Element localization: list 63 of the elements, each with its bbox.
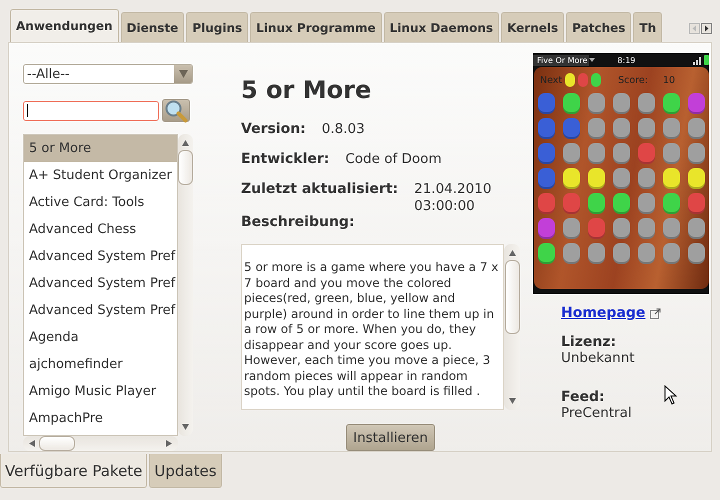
app-list-item[interactable]: A+ Student Organizer [24, 162, 177, 189]
scrollbar-thumb[interactable] [39, 436, 75, 451]
field-label: Version: [241, 121, 306, 138]
license-value: Unbekannt [561, 350, 635, 366]
signal-battery-icon [693, 55, 709, 65]
homepage-link[interactable]: Homepage [561, 305, 646, 321]
field-value: 0.8.03 [322, 121, 365, 138]
scroll-up-icon[interactable] [508, 250, 516, 256]
category-dropdown[interactable]: --Alle-- [23, 64, 193, 84]
search-button[interactable] [162, 99, 190, 122]
search-icon [164, 98, 188, 122]
app-list-item[interactable]: Advanced System Pref [24, 270, 177, 297]
license-label: Lizenz: [561, 334, 616, 350]
vertical-scrollbar[interactable] [504, 244, 520, 410]
field-label: Entwickler: [241, 151, 330, 168]
view-tab[interactable]: Updates [149, 454, 222, 488]
vertical-scrollbar[interactable] [178, 134, 193, 436]
category-tab[interactable]: Plugins [186, 12, 248, 42]
field-value: Code of Doom [345, 151, 442, 168]
scroll-up-icon[interactable] [182, 140, 189, 146]
app-list-item[interactable]: ajchomefinder [24, 351, 177, 378]
mouse-cursor-icon [664, 385, 678, 405]
scroll-down-icon[interactable] [508, 398, 516, 404]
feed-label: Feed: [561, 389, 605, 405]
app-list-item[interactable]: Agenda [24, 324, 177, 351]
scrollbar-thumb[interactable] [178, 150, 193, 185]
app-list-item[interactable]: Advanced Chess [24, 216, 177, 243]
caret-icon [589, 58, 596, 62]
app-list-item[interactable]: 5 or More [24, 135, 177, 162]
scroll-right-icon[interactable] [166, 440, 172, 447]
horizontal-scrollbar[interactable] [23, 436, 178, 451]
app-list-item[interactable]: Advanced System Pref [24, 297, 177, 324]
feed-value: PreCentral [561, 405, 632, 421]
category-tab[interactable]: Anwendungen [10, 9, 119, 42]
field-label: Zuletzt aktualisiert: [241, 181, 398, 198]
category-tab[interactable]: Linux Programme [250, 12, 382, 42]
category-tab[interactable]: Th [633, 12, 662, 42]
view-tab[interactable]: Verfügbare Pakete [0, 454, 148, 488]
category-tab[interactable]: Patches [566, 12, 632, 42]
app-title: 5 or More [241, 76, 372, 104]
app-list-item[interactable]: Advanced System Pref [24, 243, 177, 270]
next-label: Next [540, 74, 562, 86]
category-tab[interactable]: Kernels [501, 12, 564, 42]
category-tab[interactable]: Dienste [120, 12, 184, 42]
score-value: 10 [662, 74, 676, 86]
scroll-right-icon[interactable] [701, 23, 712, 34]
app-list-item[interactable]: Active Card: Tools [24, 189, 177, 216]
score-label: Score: [618, 74, 648, 86]
field-value: 21.04.2010 03:00:00 [414, 181, 492, 215]
install-button[interactable]: Installieren [346, 424, 435, 451]
scroll-down-icon[interactable] [182, 424, 189, 430]
app-list-item[interactable]: Amigo Music Player [24, 378, 177, 405]
scrollbar-thumb[interactable] [504, 260, 520, 334]
dropdown-caret-icon [178, 70, 188, 78]
app-list-item[interactable]: AmpachPre [24, 405, 177, 432]
search-field[interactable] [23, 100, 159, 120]
scroll-left-icon[interactable] [29, 440, 35, 447]
category-tab[interactable]: Linux Daemons [384, 12, 500, 42]
external-link-icon [650, 308, 662, 318]
clock-text: 8:19 [617, 56, 636, 64]
description-label: Beschreibung: [241, 214, 356, 230]
description-text: 5 or more is a game where you have a 7 x 7 board and you move the colored pieces(red, green, blue, yellow and purple) around in order to line them up in a row of 5 or more. When you do, they disappear and your score goes up. However, each time you move a piece, 3 random pieces will appear in random spots. You play until the board is filled . [241, 244, 504, 410]
app-title-pill: Five Or More [533, 54, 590, 66]
